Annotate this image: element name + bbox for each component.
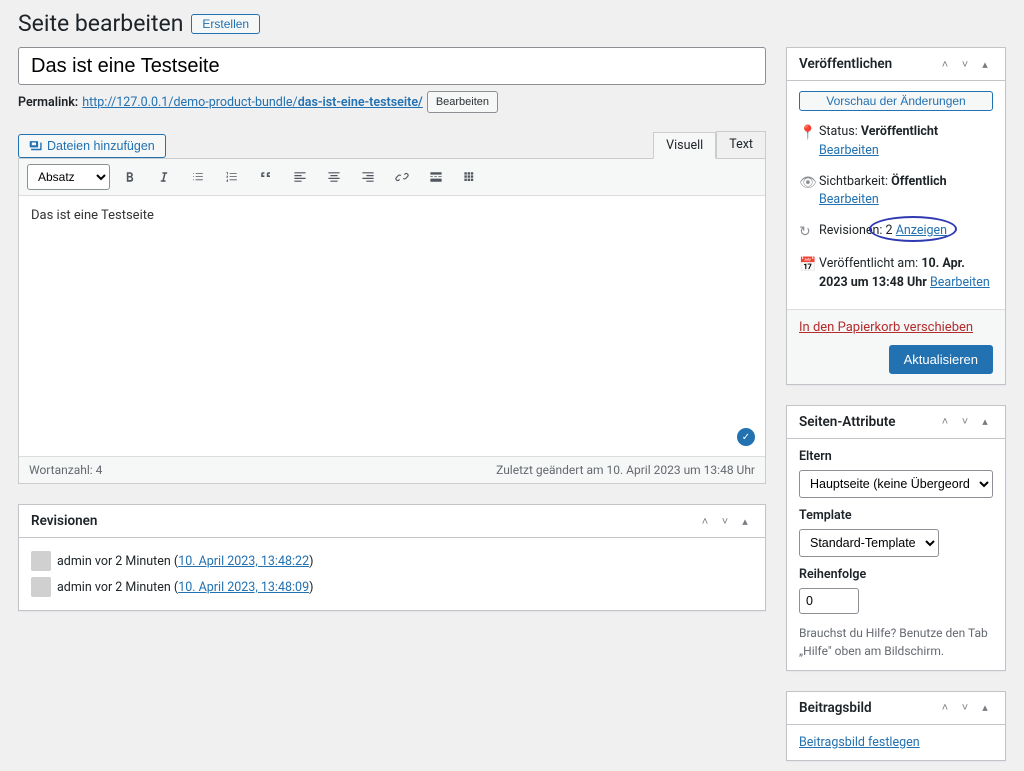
revisions-title: Revisionen — [31, 513, 97, 529]
tab-visual[interactable]: Visuell — [653, 132, 716, 159]
move-down-icon[interactable]: ˅ — [717, 515, 733, 528]
bullet-list-button[interactable] — [184, 164, 212, 190]
move-up-icon[interactable]: ˄ — [937, 415, 953, 428]
preview-button[interactable]: Vorschau der Änderungen — [799, 91, 993, 111]
edit-status-link[interactable]: Bearbeiten — [819, 143, 879, 158]
revision-item: admin vor 2 Minuten (10. April 2023, 13:… — [31, 548, 753, 574]
number-list-button[interactable] — [218, 164, 246, 190]
move-up-icon[interactable]: ˄ — [937, 58, 953, 71]
link-button[interactable] — [388, 164, 416, 190]
media-icon — [29, 139, 43, 153]
edit-date-link[interactable]: Bearbeiten — [930, 275, 990, 290]
help-text: Brauchst du Hilfe? Benutze den Tab „Hilf… — [799, 624, 993, 660]
publish-box-title: Veröffentlichen — [799, 56, 892, 72]
align-left-button[interactable] — [286, 164, 314, 190]
permalink-link[interactable]: http://127.0.0.1/demo-product-bundle/das… — [82, 95, 423, 110]
move-down-icon[interactable]: ˅ — [957, 58, 973, 71]
bold-button[interactable] — [116, 164, 144, 190]
calendar-icon: 📅 — [799, 255, 813, 276]
order-label: Reihenfolge — [799, 567, 993, 582]
align-center-button[interactable] — [320, 164, 348, 190]
thumbnail-box-title: Beitragsbild — [799, 700, 872, 716]
update-button[interactable]: Aktualisieren — [889, 345, 993, 374]
pin-icon: 📍 — [799, 123, 813, 144]
set-thumbnail-link[interactable]: Beitragsbild festlegen — [799, 735, 920, 750]
page-title: Seite bearbeiten — [18, 10, 183, 37]
word-count: Wortanzahl: 4 — [29, 463, 102, 477]
revision-item: admin vor 2 Minuten (10. April 2023, 13:… — [31, 574, 753, 600]
order-input[interactable] — [799, 588, 859, 614]
format-select[interactable]: Absatz — [27, 164, 110, 190]
visibility-icon: 👁 — [799, 173, 813, 194]
permalink-label: Permalink: — [18, 95, 78, 110]
toggle-panel-icon[interactable]: ▴ — [977, 415, 993, 428]
create-button[interactable]: Erstellen — [191, 14, 260, 34]
toggle-panel-icon[interactable]: ▴ — [737, 515, 753, 528]
toggle-panel-icon[interactable]: ▴ — [977, 701, 993, 714]
template-label: Template — [799, 508, 993, 523]
check-badge-icon: ✓ — [737, 428, 755, 446]
template-select[interactable]: Standard-Template — [799, 529, 939, 557]
revision-link[interactable]: 10. April 2023, 13:48:09 — [178, 580, 309, 595]
revisions-icon: ↻ — [799, 222, 813, 243]
move-up-icon[interactable]: ˄ — [937, 701, 953, 714]
move-down-icon[interactable]: ˅ — [957, 415, 973, 428]
view-revisions-link[interactable]: Anzeigen — [896, 223, 947, 238]
toolbar-toggle-button[interactable] — [456, 164, 484, 190]
toggle-panel-icon[interactable]: ▴ — [977, 58, 993, 71]
readmore-button[interactable] — [422, 164, 450, 190]
editor-content[interactable]: Das ist eine Testseite ✓ — [19, 196, 765, 456]
tab-text[interactable]: Text — [716, 131, 766, 158]
move-down-icon[interactable]: ˅ — [957, 701, 973, 714]
last-edited: Zuletzt geändert am 10. April 2023 um 13… — [496, 463, 755, 477]
italic-button[interactable] — [150, 164, 178, 190]
move-up-icon[interactable]: ˄ — [697, 515, 713, 528]
edit-visibility-link[interactable]: Bearbeiten — [819, 192, 879, 207]
revision-link[interactable]: 10. April 2023, 13:48:22 — [178, 554, 309, 569]
parent-select[interactable]: Hauptseite (keine Übergeordnete) — [799, 470, 993, 498]
avatar — [31, 551, 51, 571]
add-media-button[interactable]: Dateien hinzufügen — [18, 134, 166, 158]
parent-label: Eltern — [799, 449, 993, 464]
align-right-button[interactable] — [354, 164, 382, 190]
post-title-input[interactable] — [18, 47, 766, 85]
avatar — [31, 577, 51, 597]
trash-link[interactable]: In den Papierkorb verschieben — [799, 320, 973, 335]
attributes-box-title: Seiten-Attribute — [799, 414, 896, 430]
quote-button[interactable] — [252, 164, 280, 190]
edit-permalink-button[interactable]: Bearbeiten — [427, 91, 498, 113]
